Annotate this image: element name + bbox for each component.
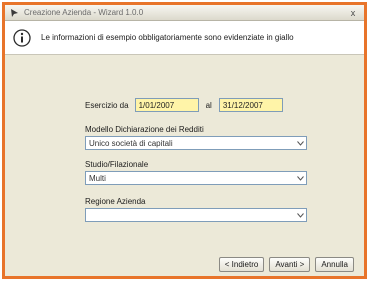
back-button[interactable]: < Indietro	[218, 257, 265, 272]
region-select[interactable]	[85, 208, 307, 222]
close-button[interactable]: x	[346, 7, 360, 19]
studio-value: Multi	[89, 173, 106, 183]
chevron-down-icon[interactable]	[294, 137, 306, 149]
date-separator-label: al	[205, 100, 212, 110]
model-label: Modello Dichiarazione dei Redditi	[85, 125, 204, 134]
studio-label: Studio/Filazionale	[85, 160, 149, 169]
studio-select[interactable]: Multi	[85, 171, 307, 185]
model-value: Unico società di capitali	[89, 138, 173, 148]
window-title: Creazione Azienda - Wizard 1.0.0	[24, 8, 144, 17]
date-from-field[interactable]: 1/01/2007	[134, 98, 199, 112]
exercise-label: Esercizio da	[85, 100, 129, 110]
date-to-field[interactable]: 31/12/2007	[218, 98, 283, 112]
app-icon	[10, 8, 20, 18]
exercise-row: Esercizio da 1/01/2007 al 31/12/2007	[85, 98, 283, 112]
chevron-down-icon[interactable]	[294, 209, 306, 221]
info-message: Le informazioni di esempio obbligatoriam…	[41, 33, 294, 42]
region-group: Regione Azienda	[85, 197, 307, 222]
info-header: Le informazioni di esempio obbligatoriam…	[5, 21, 364, 55]
title-bar[interactable]: Creazione Azienda - Wizard 1.0.0 x	[5, 5, 364, 21]
model-group: Modello Dichiarazione dei Redditi Unico …	[85, 125, 307, 150]
region-label: Regione Azienda	[85, 197, 146, 206]
form-body: Esercizio da 1/01/2007 al 31/12/2007 Mod…	[5, 56, 364, 276]
wizard-buttons: < Indietro Avanti > Annulla	[218, 257, 354, 272]
next-button[interactable]: Avanti >	[269, 257, 311, 272]
studio-group: Studio/Filazionale Multi	[85, 160, 307, 185]
cancel-button[interactable]: Annulla	[315, 257, 354, 272]
chevron-down-icon[interactable]	[294, 172, 306, 184]
wizard-window: Creazione Azienda - Wizard 1.0.0 x Le in…	[2, 2, 367, 279]
model-select[interactable]: Unico società di capitali	[85, 136, 307, 150]
info-icon	[13, 28, 31, 47]
